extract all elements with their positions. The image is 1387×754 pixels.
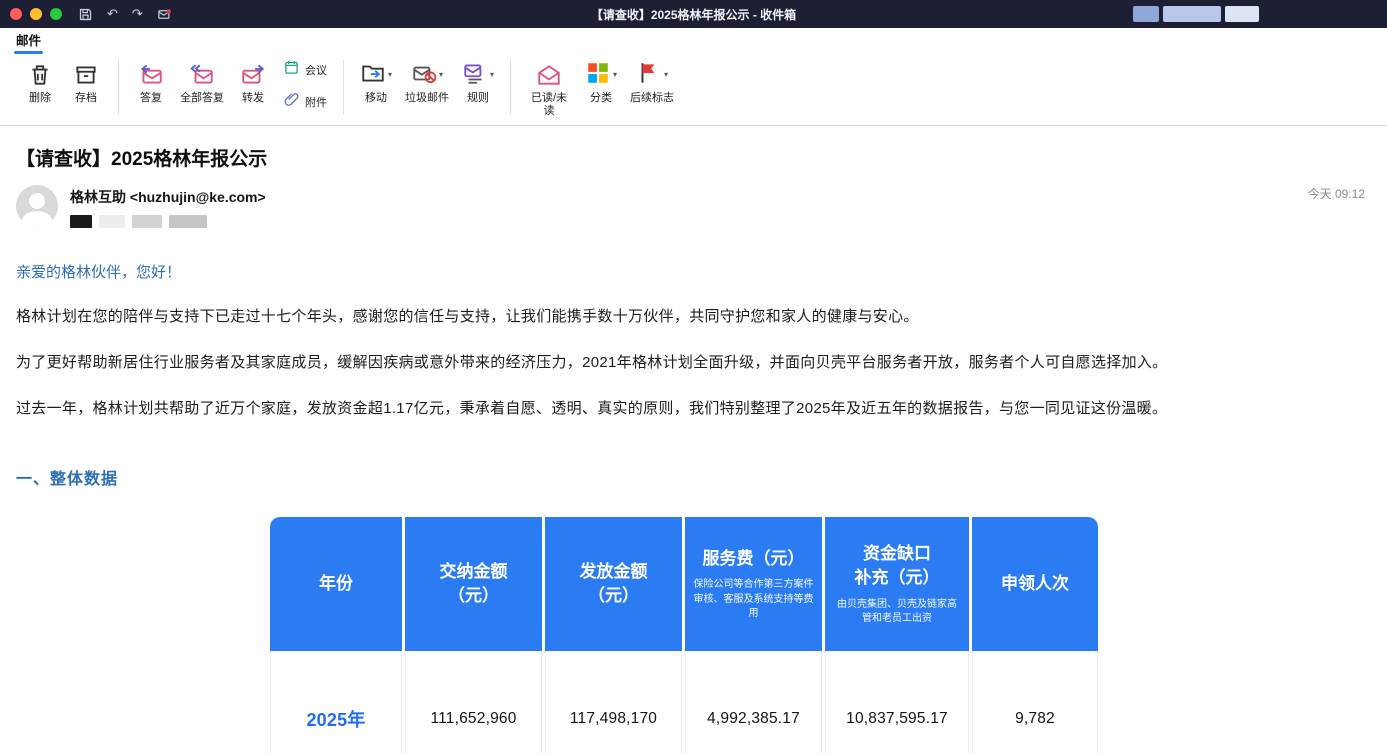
body-paragraph: 过去一年，格林计划共帮助了近万个家庭，发放资金超1.17亿元，秉承着自愿、透明、… — [16, 398, 1369, 420]
table-header-granted: 发放金额 （元） — [545, 517, 682, 651]
cell-year: 2025年 — [270, 651, 402, 754]
follow-up-button[interactable]: ▾ 后续标志 — [625, 56, 679, 107]
body-paragraph: 为了更好帮助新居住行业服务者及其家庭成员，缓解因疾病或意外带来的经济压力，202… — [16, 352, 1369, 374]
forward-button[interactable]: 转发 — [231, 56, 275, 107]
sender-avatar[interactable] — [16, 185, 58, 227]
junk-mail-icon — [411, 60, 437, 91]
forward-envelope-icon — [240, 60, 266, 90]
table-header-paid: 交纳金额 （元） — [405, 517, 542, 651]
sender-name[interactable]: 格林互助 <huzhujin@ke.com> — [70, 187, 266, 207]
archive-icon — [73, 60, 99, 90]
mail-sync-icon[interactable] — [157, 7, 172, 22]
zoom-button[interactable] — [50, 8, 62, 20]
cell-granted: 117,498,170 — [545, 651, 682, 754]
table-header-year: 年份 — [270, 517, 402, 651]
close-button[interactable] — [10, 8, 22, 20]
reply-button[interactable]: 答复 — [129, 56, 173, 107]
table-row: 2025年 111,652,960 117,498,170 4,992,385.… — [270, 651, 1098, 754]
table-header-gap-fill: 资金缺口 补充（元） 由贝壳集团、贝壳及链家高管和老员工出资 — [825, 517, 969, 651]
undo-icon[interactable]: ↶ — [107, 6, 118, 22]
move-folder-icon — [360, 60, 386, 91]
table-header-service-fee: 服务费（元） 保险公司等合作第三方案件审核、客服及系统支持等费用 — [685, 517, 822, 651]
email-subject: 【请查收】2025格林年报公示 — [16, 144, 1369, 171]
tab-mail[interactable]: 邮件 — [14, 26, 43, 54]
email-header: 格林互助 <huzhujin@ke.com> 今天 09:12 — [16, 185, 1369, 237]
move-button[interactable]: ▾ 移动 — [354, 56, 398, 107]
table-header-row: 年份 交纳金额 （元） 发放金额 （元） 服务费（元） 保险公司等合作第三方案件… — [270, 517, 1098, 651]
chevron-down-icon: ▾ — [613, 71, 617, 79]
ribbon-toolbar: 删除 存档 答复 全部 — [0, 54, 1387, 126]
read-unread-icon — [536, 60, 562, 90]
cell-claims: 9,782 — [972, 651, 1098, 754]
reply-envelope-icon — [138, 60, 164, 90]
reply-all-envelope-icon — [189, 60, 215, 90]
redo-icon[interactable]: ↷ — [132, 6, 143, 22]
cell-gap-fill: 10,837,595.17 — [825, 651, 969, 754]
read-unread-button[interactable]: 已读/未读 — [521, 56, 577, 119]
paperclip-icon — [283, 91, 300, 113]
meeting-button[interactable]: 会议 — [277, 56, 333, 84]
junk-button[interactable]: ▾ 垃圾邮件 — [400, 56, 454, 107]
email-greeting: 亲爱的格林伙伴，您好！ — [16, 261, 1369, 282]
window-controls — [10, 8, 62, 20]
email-reading-pane: 【请查收】2025格林年报公示 格林互助 <huzhujin@ke.com> 今… — [0, 126, 1387, 754]
calendar-icon — [283, 59, 300, 81]
flag-icon — [636, 60, 662, 91]
table-header-claims: 申领人次 — [972, 517, 1098, 651]
categorize-button[interactable]: ▾ 分类 — [579, 56, 623, 107]
categories-grid-icon — [585, 60, 611, 91]
email-timestamp: 今天 09:12 — [1308, 185, 1365, 202]
ribbon-tabs: 邮件 — [0, 28, 1387, 54]
section-title: 一、整体数据 — [16, 465, 1369, 489]
rules-icon — [462, 60, 488, 91]
chevron-down-icon: ▾ — [664, 71, 668, 79]
archive-button[interactable]: 存档 — [64, 56, 108, 107]
reply-all-button[interactable]: 全部答复 — [175, 56, 229, 107]
save-icon[interactable] — [78, 7, 93, 22]
trash-icon — [27, 60, 53, 90]
chevron-down-icon: ▾ — [490, 71, 494, 79]
redacted-titlebar-area — [1133, 6, 1259, 22]
cell-paid: 111,652,960 — [405, 651, 542, 754]
rules-button[interactable]: ▾ 规则 — [456, 56, 500, 107]
cell-service-fee: 4,992,385.17 — [685, 651, 822, 754]
chevron-down-icon: ▾ — [388, 71, 392, 79]
body-paragraph: 格林计划在您的陪伴与支持下已走过十七个年头，感谢您的信任与支持，让我们能携手数十… — [16, 306, 1369, 328]
delete-button[interactable]: 删除 — [18, 56, 62, 107]
window-titlebar: ↶ ↷ 【请查收】2025格林年报公示 - 收件箱 — [0, 0, 1387, 28]
annual-report-table: 年份 交纳金额 （元） 发放金额 （元） 服务费（元） 保险公司等合作第三方案件… — [270, 517, 1098, 754]
attachment-button[interactable]: 附件 — [277, 88, 333, 116]
redacted-recipient-area — [70, 215, 266, 228]
minimize-button[interactable] — [30, 8, 42, 20]
chevron-down-icon: ▾ — [439, 71, 443, 79]
